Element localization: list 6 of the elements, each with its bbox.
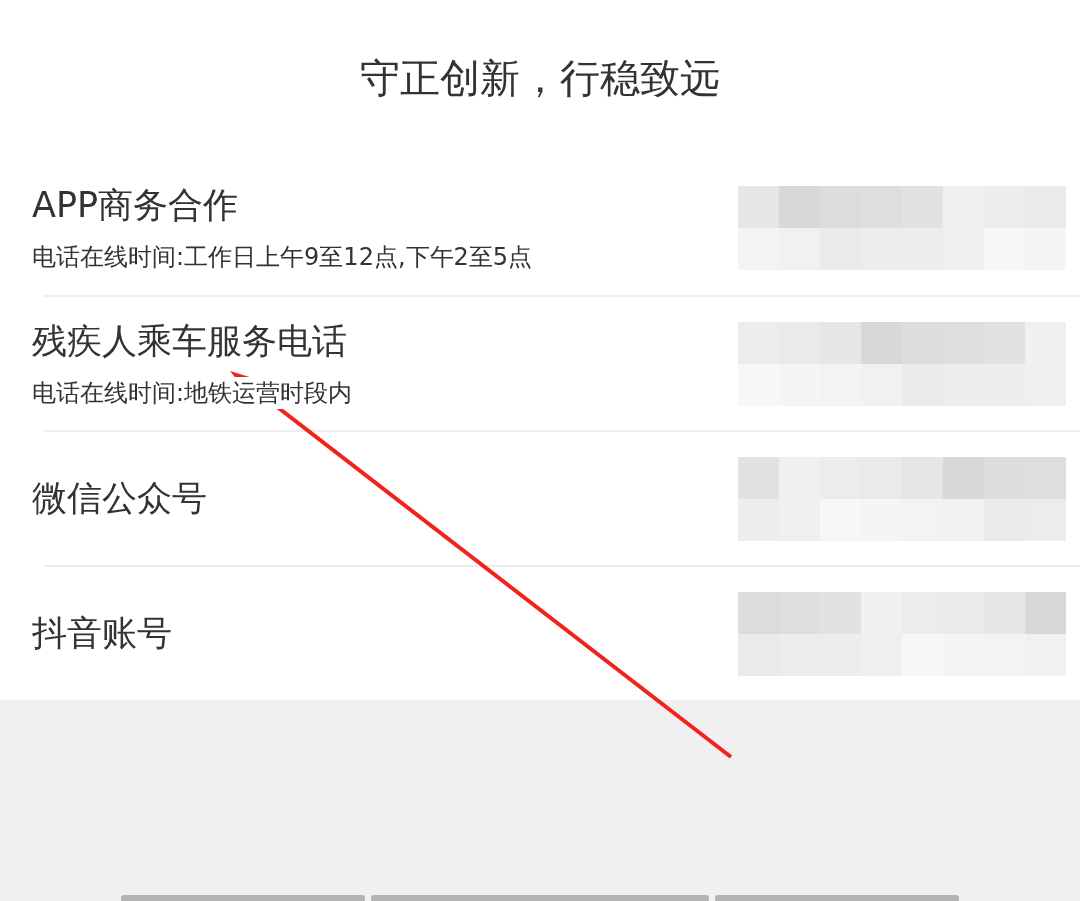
contact-name: 残疾人乘车服务电话: [32, 320, 348, 363]
contact-name: APP商务合作: [32, 184, 240, 227]
contact-name: 微信公众号: [32, 477, 207, 520]
contact-name: 抖音账号: [32, 612, 172, 655]
contact-hours: 电话在线时间:地铁运营时段内: [32, 377, 353, 409]
page-title: 守正创新，行稳致远: [359, 53, 721, 103]
